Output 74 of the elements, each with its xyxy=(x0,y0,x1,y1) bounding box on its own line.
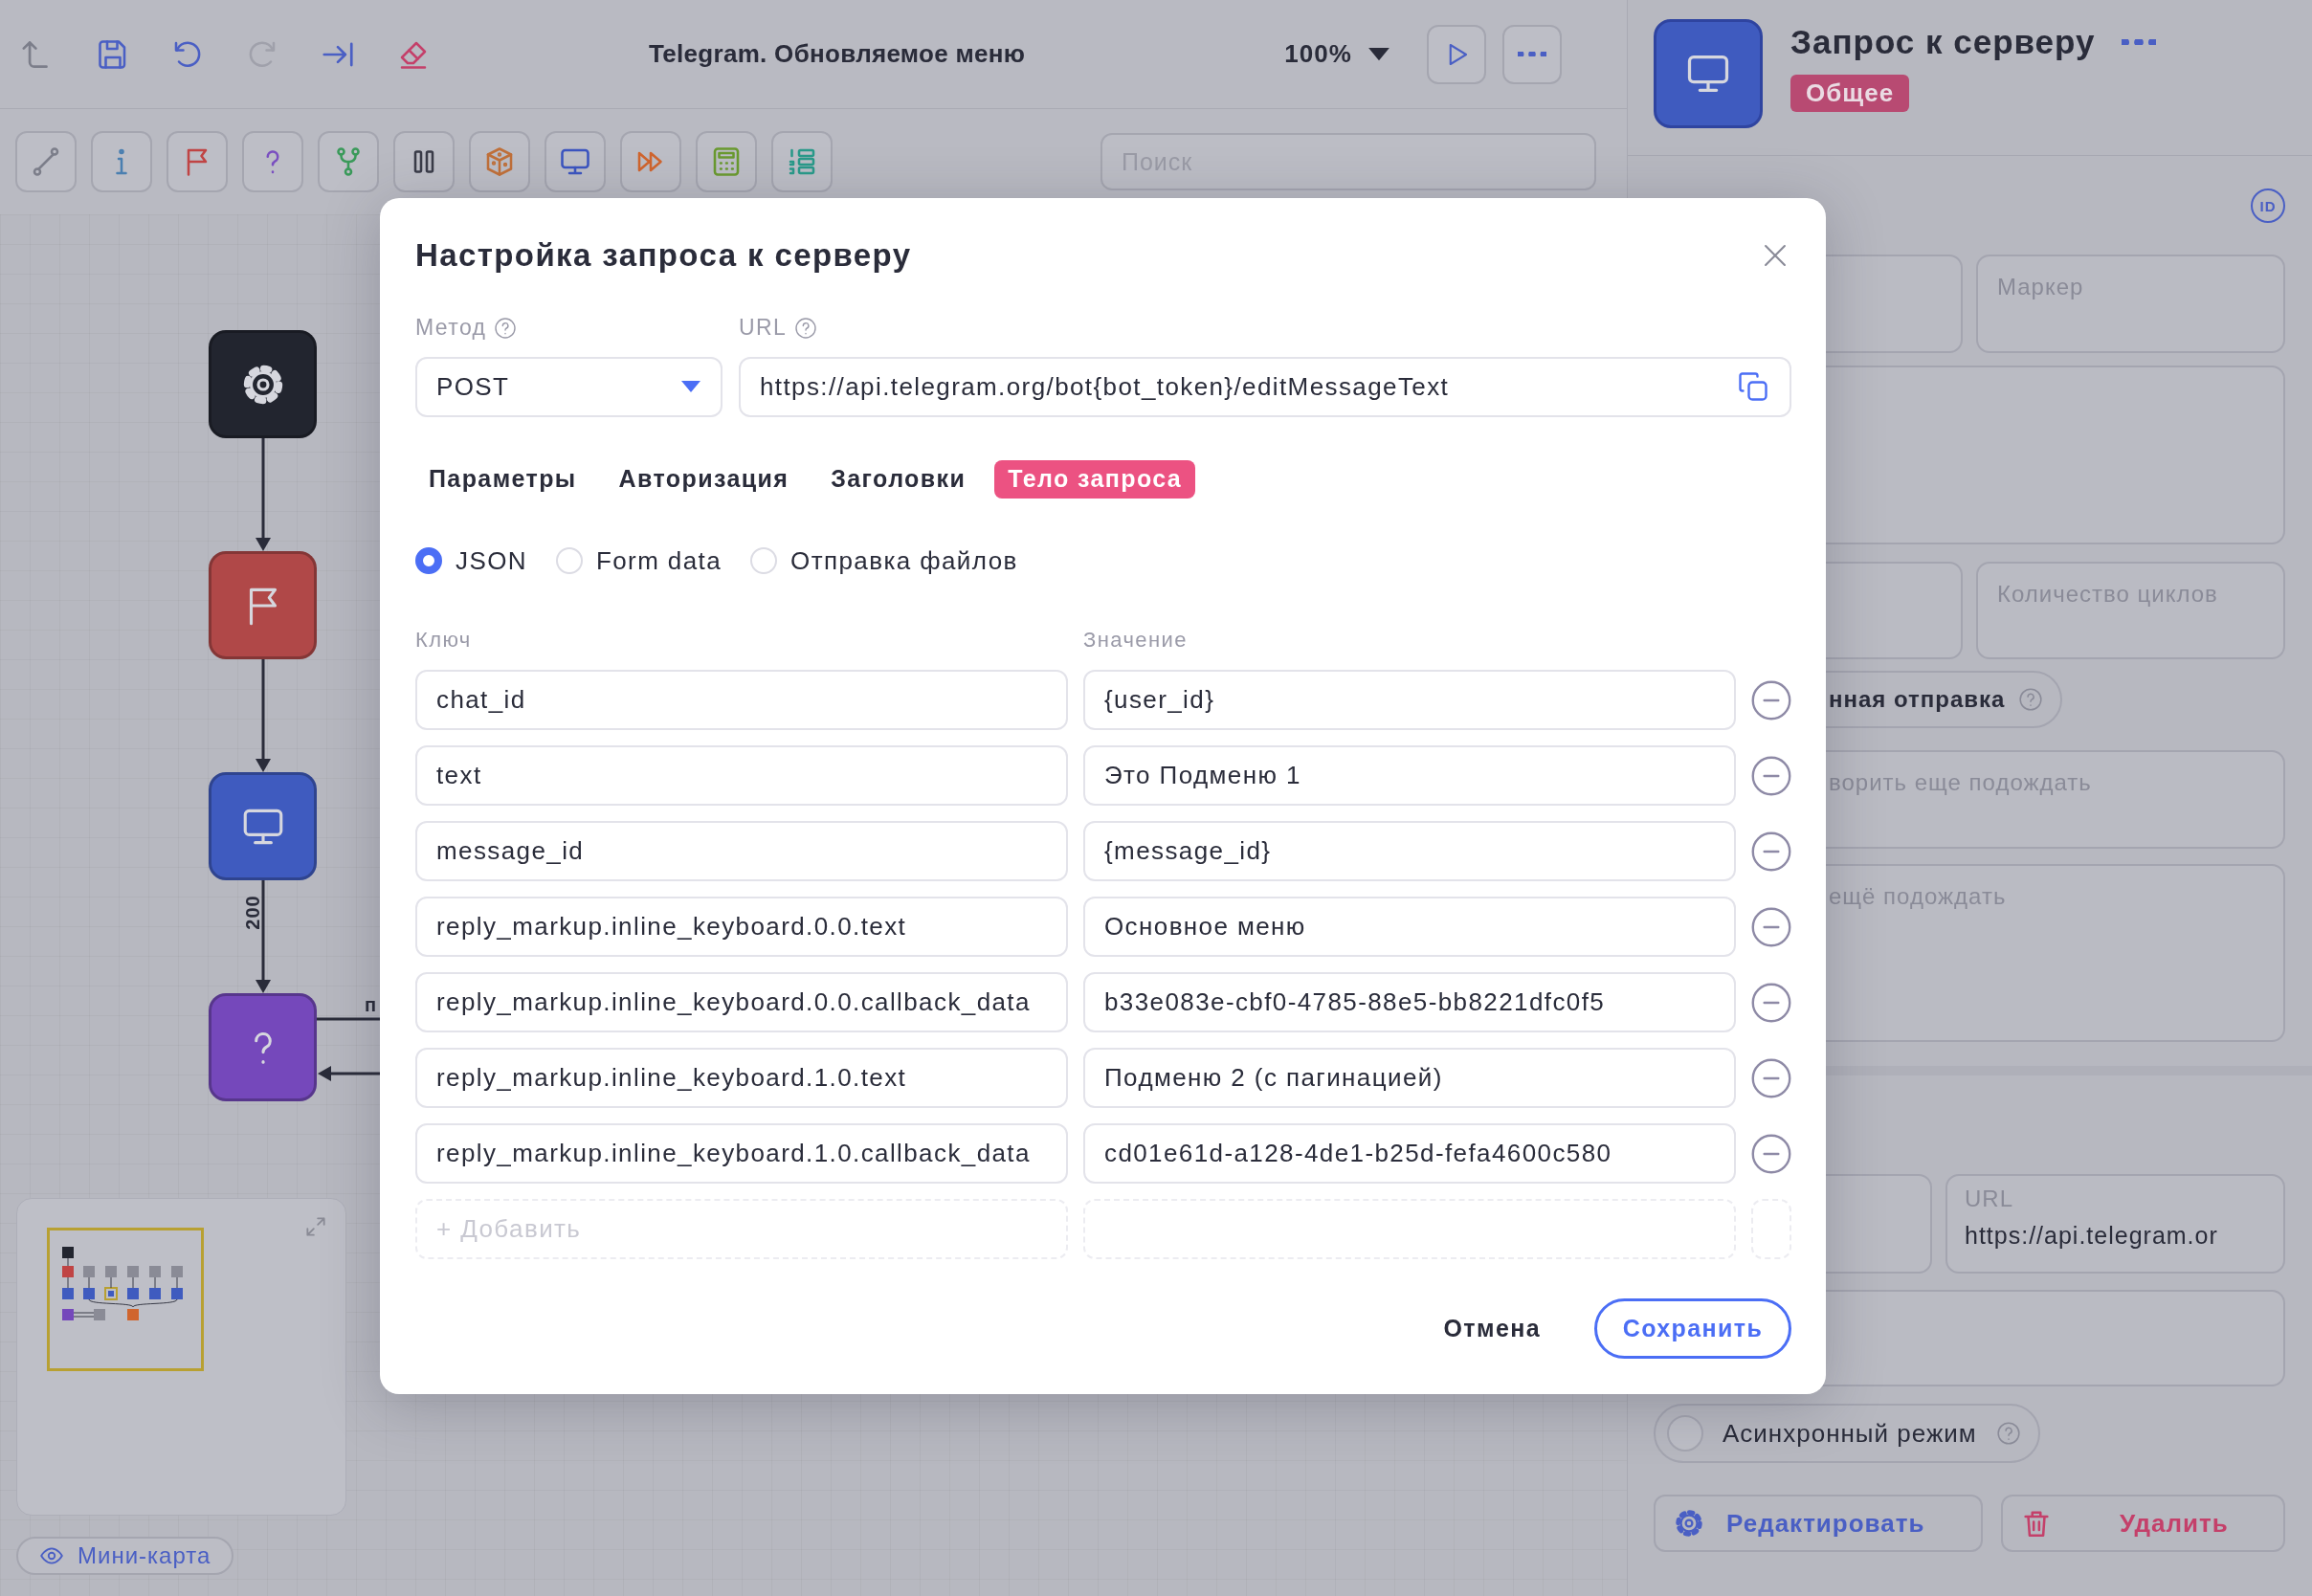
remove-icon[interactable] xyxy=(1750,754,1792,797)
url-field[interactable]: https://api.telegram.org/bot{bot_token}/editMessageText xyxy=(739,356,1791,417)
radio-label[interactable]: Отправка файлов xyxy=(790,545,1018,576)
key-field[interactable]: chat_id xyxy=(415,670,1068,730)
line-tool-button[interactable] xyxy=(15,131,77,192)
cancel-button[interactable]: Отмена xyxy=(1424,1305,1560,1352)
dialog-title: Настройка запроса к серверу xyxy=(415,236,912,274)
value-field[interactable]: {message_id} xyxy=(1083,821,1736,881)
monitor-tool-button[interactable] xyxy=(545,131,606,192)
field-label: URL xyxy=(739,315,788,342)
key-field[interactable]: reply_markup.inline_keyboard.0.0.callback_data xyxy=(415,972,1068,1032)
edge-label: п xyxy=(365,994,378,1016)
async-toggle[interactable]: Асинхронный режим xyxy=(1654,1404,2040,1463)
column-header: Значение xyxy=(1083,628,1189,653)
value-field[interactable]: b33e083e-cbf0-4785-88e5-bb8221dfc0f5 xyxy=(1083,972,1736,1032)
tab[interactable]: Авторизация xyxy=(605,459,803,499)
panel-title: Запрос к серверу xyxy=(1790,23,2096,61)
key-field[interactable]: reply_markup.inline_keyboard.0.0.text xyxy=(415,897,1068,957)
cube-tool-button[interactable] xyxy=(469,131,530,192)
toggle-radio[interactable] xyxy=(1667,1415,1703,1452)
help-icon xyxy=(2018,687,2044,712)
remove-icon[interactable] xyxy=(1750,1132,1792,1175)
caret-icon[interactable] xyxy=(1367,46,1390,62)
more-button[interactable] xyxy=(1501,24,1562,84)
list-tool-button[interactable] xyxy=(771,131,833,192)
tab[interactable]: Заголовки xyxy=(817,459,980,499)
fast-forward-tool-button[interactable] xyxy=(620,131,681,192)
remove-icon[interactable] xyxy=(1750,981,1792,1024)
help-icon xyxy=(794,316,818,340)
more-icon[interactable] xyxy=(2122,38,2157,46)
question-node[interactable] xyxy=(209,993,317,1101)
flag-tool-button[interactable] xyxy=(167,131,228,192)
method-select[interactable]: POST xyxy=(415,356,722,417)
key-field[interactable]: reply_markup.inline_keyboard.1.0.text xyxy=(415,1048,1068,1108)
value-field[interactable]: {user_id} xyxy=(1083,670,1736,730)
monitor-node[interactable] xyxy=(209,772,317,880)
radio-label[interactable]: JSON xyxy=(456,545,527,576)
edge-label: 200 xyxy=(241,895,264,930)
url-value: https://api.telegram.or xyxy=(1965,1222,2219,1250)
radio-label[interactable]: Form data xyxy=(595,545,722,576)
key-field[interactable]: text xyxy=(415,745,1068,806)
run-button[interactable] xyxy=(1426,24,1486,84)
document-title: Telegram. Обновляемое меню xyxy=(649,39,1026,69)
field-label: Метод xyxy=(415,315,487,342)
pause-tool-button[interactable] xyxy=(393,131,455,192)
value-field[interactable]: Подменю 2 (с пагинацией) xyxy=(1083,1048,1736,1108)
value-field[interactable]: Это Подменю 1 xyxy=(1083,745,1736,806)
toggle-label: Асинхронный режим xyxy=(1723,1418,1977,1449)
flag-node[interactable] xyxy=(209,551,317,659)
key-field[interactable]: message_id xyxy=(415,821,1068,881)
info-tool-button[interactable] xyxy=(91,131,152,192)
expand-icon[interactable] xyxy=(303,1214,328,1239)
tab[interactable]: Параметры xyxy=(415,459,590,499)
save-button[interactable]: Сохранить xyxy=(1594,1298,1791,1359)
remove-icon[interactable] xyxy=(1750,1056,1792,1099)
column-header: Ключ xyxy=(415,628,473,653)
caret-icon xyxy=(680,380,701,394)
help-icon xyxy=(494,316,518,340)
value-field[interactable]: Основное меню xyxy=(1083,897,1736,957)
gear-icon xyxy=(1673,1507,1705,1540)
category-tag: Общее xyxy=(1790,75,1910,112)
radio-button[interactable] xyxy=(415,547,442,575)
branch-tool-button[interactable] xyxy=(318,131,379,192)
settings-node[interactable] xyxy=(209,330,317,438)
value-field[interactable]: cd01e61d-a128-4de1-b25d-fefa4600c580 xyxy=(1083,1123,1736,1184)
remove-icon[interactable] xyxy=(1750,678,1792,721)
remove-icon[interactable] xyxy=(1750,905,1792,948)
minimap-drawing[interactable] xyxy=(47,1228,204,1371)
remove-icon[interactable] xyxy=(1750,830,1792,873)
calculator-tool-button[interactable] xyxy=(696,131,757,192)
key-field[interactable]: reply_markup.inline_keyboard.1.0.callback_data xyxy=(415,1123,1068,1184)
zoom-level[interactable]: 100% xyxy=(1284,39,1352,69)
help-icon xyxy=(1995,1421,2021,1446)
more-icon xyxy=(1517,51,1546,57)
